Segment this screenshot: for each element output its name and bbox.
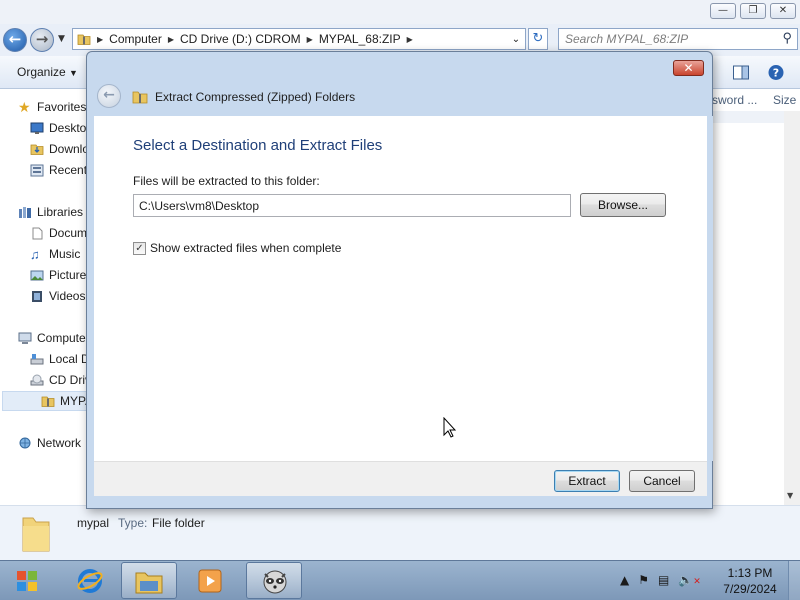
action-center-flag-icon[interactable]: ⚑ [638, 573, 649, 587]
dialog-footer: Extract Cancel [94, 461, 707, 496]
folder-icon [135, 572, 163, 594]
dialog-edge [707, 116, 713, 461]
star-icon: ★ [18, 98, 31, 115]
raccoon-icon [263, 570, 287, 594]
nav-music-label: Music [49, 247, 81, 261]
details-type-label: Type: [118, 516, 148, 530]
vertical-scrollbar[interactable]: ▼ [784, 111, 800, 505]
local-disk-icon [30, 353, 44, 364]
extract-dialog: ✕ ← Extract Compressed (Zipped) Folders … [86, 51, 713, 509]
breadcrumb-cd-drive[interactable]: CD Drive (D:) CDROM [180, 32, 301, 46]
column-password[interactable]: sword ... [712, 93, 757, 107]
show-files-checkbox[interactable]: ✓ [133, 241, 146, 255]
help-icon[interactable]: ? [767, 64, 785, 81]
dialog-heading: Select a Destination and Extract Files [133, 137, 383, 154]
organize-button[interactable]: Organize ▼ [17, 65, 78, 79]
column-headers: sword ... Size [712, 89, 800, 111]
dialog-back-button[interactable]: ← [97, 84, 121, 108]
taskbar-mypal[interactable] [246, 562, 302, 599]
navigation-pane: ★ Favorites Desktop Downloads Recent Pla… [0, 89, 118, 505]
nav-videos-label: Videos [49, 289, 86, 303]
preview-pane-icon[interactable] [732, 64, 750, 81]
scroll-down-arrow-icon[interactable]: ▼ [787, 491, 793, 500]
recent-pages-dropdown[interactable]: ▼ [58, 34, 65, 44]
volume-muted-icon[interactable]: 🔈✕ [678, 573, 701, 587]
downloads-folder-icon [30, 144, 44, 155]
extract-button[interactable]: Extract [554, 470, 620, 492]
taskbar-explorer[interactable] [121, 562, 177, 599]
dialog-title: Extract Compressed (Zipped) Folders [155, 90, 356, 104]
folder-icon [22, 517, 50, 552]
details-name: mypal [77, 516, 110, 530]
column-size[interactable]: Size [773, 93, 796, 107]
explorer-titlebar: — ❐ ✕ [0, 0, 800, 24]
internet-explorer-icon [77, 569, 103, 593]
computer-icon [18, 332, 32, 344]
show-desktop-button[interactable] [788, 561, 800, 600]
nav-favorites-label: Favorites [37, 100, 87, 114]
videos-icon [32, 290, 42, 302]
details-type-value: File folder [152, 516, 205, 530]
clock[interactable]: 1:13 PM 7/29/2024 [718, 565, 782, 597]
cancel-button[interactable]: Cancel [629, 470, 695, 492]
recent-places-icon [30, 164, 44, 176]
address-bar[interactable]: ▶ Computer ▶ CD Drive (D:) CDROM ▶ MYPAL… [72, 28, 526, 50]
search-placeholder: Search MYPAL_68:ZIP [565, 32, 689, 46]
browse-button[interactable]: Browse... [580, 193, 666, 217]
chevron-down-icon: ▼ [69, 68, 78, 78]
breadcrumb-zip[interactable]: MYPAL_68:ZIP [319, 32, 401, 46]
nav-libraries-label: Libraries [37, 205, 84, 219]
back-button[interactable]: ← [3, 28, 27, 52]
taskbar-internet-explorer[interactable] [63, 562, 119, 599]
network-icon [19, 437, 31, 448]
system-tray: ▲ ⚑ ▤ 🔈✕ [620, 573, 701, 587]
dialog-content: Select a Destination and Extract Files F… [94, 116, 707, 461]
pictures-icon [30, 270, 44, 280]
zip-folder-icon [41, 396, 55, 407]
svg-text:?: ? [773, 67, 779, 80]
show-extracted-files-option[interactable]: ✓ Show extracted files when complete [133, 241, 341, 255]
desktop-icon [30, 122, 44, 134]
nav-network-label: Network [37, 436, 82, 450]
show-hidden-icons-icon[interactable]: ▲ [620, 573, 629, 587]
taskbar: ▲ ⚑ ▤ 🔈✕ 1:13 PM 7/29/2024 [0, 560, 800, 600]
refresh-icon[interactable]: ↻ [528, 28, 548, 50]
zip-folder-icon [132, 91, 148, 104]
clock-time: 1:13 PM [727, 566, 773, 580]
libraries-icon [19, 206, 31, 218]
nav-mypal-zip[interactable]: MYPAL_68:ZIP [2, 391, 88, 411]
address-dropdown-icon[interactable]: ⌄ [507, 34, 525, 45]
network-status-icon[interactable]: ▤ [658, 573, 669, 587]
taskbar-media-player[interactable] [182, 562, 238, 599]
minimize-button[interactable]: — [710, 3, 736, 19]
clock-date: 7/29/2024 [723, 582, 777, 596]
maximize-button[interactable]: ❐ [740, 3, 766, 19]
nav-mypal-label: MYPAL_68:ZIP [60, 394, 87, 408]
music-icon: ♫ [30, 246, 40, 262]
forward-button[interactable]: → [30, 28, 54, 52]
destination-path-input[interactable]: C:\Users\vm8\Desktop [133, 194, 571, 217]
nav-computer-label: Computer [37, 331, 90, 345]
dialog-close-button[interactable]: ✕ [673, 60, 704, 76]
breadcrumb-arrow-icon[interactable]: ▶ [168, 35, 174, 44]
breadcrumb-arrow-icon[interactable]: ▶ [97, 35, 103, 44]
breadcrumb-computer[interactable]: Computer [109, 32, 162, 46]
media-player-icon [198, 569, 222, 593]
start-button[interactable] [10, 566, 44, 596]
cd-drive-icon [30, 374, 44, 385]
search-icon[interactable]: ⚲ [782, 30, 792, 46]
zip-folder-icon [77, 34, 91, 45]
close-button[interactable]: ✕ [770, 3, 796, 19]
search-input[interactable]: Search MYPAL_68:ZIP ⚲ [558, 28, 798, 50]
show-files-label[interactable]: Show extracted files when complete [150, 241, 341, 255]
documents-icon [32, 227, 43, 239]
destination-label: Files will be extracted to this folder: [133, 174, 320, 188]
breadcrumb-arrow-icon[interactable]: ▶ [307, 35, 313, 44]
organize-label: Organize [17, 65, 66, 79]
details-pane [0, 505, 800, 560]
breadcrumb-arrow-icon[interactable]: ▶ [407, 35, 413, 44]
mouse-pointer-icon [443, 417, 457, 438]
